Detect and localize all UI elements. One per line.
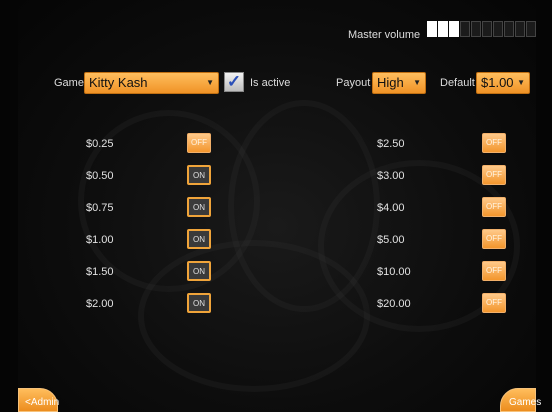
denomination-toggle-button[interactable]: ON — [187, 165, 211, 185]
default-label: Default — [440, 77, 475, 89]
master-volume-slider[interactable] — [427, 21, 536, 37]
denomination-toggle-button[interactable]: OFF — [482, 133, 506, 153]
volume-bar-segment — [471, 21, 481, 37]
denomination-toggle-button[interactable]: OFF — [482, 197, 506, 217]
volume-bar-segment — [427, 21, 437, 37]
admin-back-button[interactable]: <Admin — [18, 388, 60, 412]
chevron-down-icon: ▼ — [413, 78, 421, 87]
denomination-price: $3.00 — [377, 170, 405, 182]
denomination-toggle-button[interactable]: OFF — [482, 165, 506, 185]
background-swirl — [138, 240, 370, 392]
denomination-toggle-button[interactable]: OFF — [482, 293, 506, 313]
volume-bar-segment — [504, 21, 514, 37]
denomination-price: $0.25 — [86, 138, 114, 150]
payout-label: Payout — [336, 77, 371, 89]
game-label: Game — [54, 77, 84, 89]
volume-bar-segment — [526, 21, 536, 37]
payout-dropdown[interactable]: High ▼ — [372, 72, 426, 94]
checkmark-icon: ✓ — [226, 72, 242, 91]
volume-bar-segment — [515, 21, 525, 37]
denomination-price: $1.00 — [86, 234, 114, 246]
denomination-price: $10.00 — [377, 266, 411, 278]
default-dropdown[interactable]: $1.00 ▼ — [476, 72, 530, 94]
game-dropdown-value: Kitty Kash — [89, 75, 148, 90]
payout-dropdown-value: High — [377, 75, 404, 90]
volume-bar-segment — [493, 21, 503, 37]
games-label: Games — [509, 397, 542, 408]
denomination-price: $2.00 — [86, 298, 114, 310]
volume-bar-segment — [460, 21, 470, 37]
denomination-price: $0.50 — [86, 170, 114, 182]
denomination-price: $20.00 — [377, 298, 411, 310]
denomination-toggle-button[interactable]: ON — [187, 261, 211, 281]
chevron-down-icon: ▼ — [517, 78, 525, 87]
volume-bar-segment — [438, 21, 448, 37]
master-volume-label: Master volume — [348, 29, 421, 41]
denomination-toggle-button[interactable]: ON — [187, 293, 211, 313]
is-active-checkbox[interactable]: ✓ — [224, 72, 244, 92]
game-dropdown[interactable]: Kitty Kash ▼ — [84, 72, 219, 94]
denomination-price: $1.50 — [86, 266, 114, 278]
denomination-toggle-button[interactable]: OFF — [187, 133, 211, 153]
denomination-toggle-button[interactable]: ON — [187, 197, 211, 217]
is-active-label: Is active — [250, 77, 291, 89]
denomination-toggle-button[interactable]: OFF — [482, 229, 506, 249]
admin-back-label: <Admin — [25, 397, 60, 408]
default-dropdown-value: $1.00 — [481, 75, 514, 90]
games-button[interactable]: Games — [500, 388, 541, 412]
denomination-price: $2.50 — [377, 138, 405, 150]
volume-bar-segment — [482, 21, 492, 37]
denomination-price: $4.00 — [377, 202, 405, 214]
denomination-toggle-button[interactable]: OFF — [482, 261, 506, 281]
denomination-toggle-button[interactable]: ON — [187, 229, 211, 249]
chevron-down-icon: ▼ — [206, 78, 214, 87]
volume-bar-segment — [449, 21, 459, 37]
denomination-price: $5.00 — [377, 234, 405, 246]
denomination-price: $0.75 — [86, 202, 114, 214]
